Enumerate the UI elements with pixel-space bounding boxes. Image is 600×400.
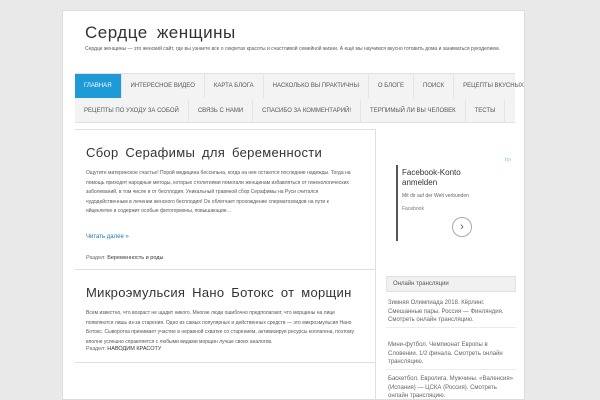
- ad-choices-badge[interactable]: i ▷: [505, 157, 511, 163]
- nav-row-2: Рецепты по уходу за собой Связь с нами С…: [75, 100, 506, 122]
- widget-list-item[interactable]: Зимняя Олимпиада 2018. Кёрлинг. Смешанны…: [386, 297, 516, 328]
- ad-subtitle: Mit dir auf der Welt verbunden: [402, 193, 469, 199]
- post-category: Раздел: НАВОДИМ КРАСОТУ: [86, 346, 161, 352]
- nav-item-tolerant[interactable]: Терпимый ли вы человек: [361, 100, 466, 122]
- category-link[interactable]: Беременность и роды: [107, 255, 163, 261]
- main-navigation: Главная Интересное видео Карта блога Нас…: [75, 73, 524, 123]
- nav-item-contact[interactable]: Связь с нами: [189, 100, 254, 122]
- read-more-link[interactable]: Читать далее »: [86, 234, 129, 240]
- nav-row-1: Главная Интересное видео Карта блога Нас…: [75, 74, 524, 98]
- widget-title: Онлайн трансляции: [386, 276, 516, 292]
- chevron-right-icon[interactable]: ›: [452, 217, 472, 237]
- page-container: Сердце женщины Сердце женщины — это женс…: [62, 10, 525, 400]
- nav-item-about[interactable]: О блоге: [369, 74, 415, 98]
- ad-title[interactable]: Facebook-Konto anmelden: [402, 168, 483, 188]
- nav-item-video[interactable]: Интересное видео: [122, 74, 205, 98]
- post-article: Сбор Серафимы для беременности Ощутите м…: [75, 129, 376, 269]
- post-title[interactable]: Микроэмульсия Нано Ботокс от морщин: [86, 285, 352, 300]
- nav-item-thanks[interactable]: Спасибо за комментарий!: [253, 100, 362, 122]
- nav-item-tests[interactable]: Тесты: [466, 100, 506, 122]
- site-title[interactable]: Сердце женщины: [85, 23, 236, 43]
- nav-item-search[interactable]: Поиск: [414, 74, 455, 98]
- nav-item-selfcare[interactable]: Рецепты по уходу за собой: [75, 100, 189, 122]
- nav-item-recipes[interactable]: Рецепты вкусных блюд: [454, 74, 524, 98]
- post-article: Микроэмульсия Нано Ботокс от морщин Всем…: [75, 269, 376, 399]
- site-description: Сердце женщины — это женский сайт, где в…: [85, 46, 500, 52]
- nav-item-home[interactable]: Главная: [75, 74, 122, 98]
- post-excerpt: Ощутите материнское счастье! Порой медиц…: [86, 170, 351, 215]
- category-label: Раздел:: [86, 346, 106, 352]
- nav-item-practical[interactable]: Насколько вы практичны: [264, 74, 369, 98]
- post-excerpt: Всем известно, что возраст не щадит нико…: [86, 310, 355, 345]
- post-category: Раздел: Беременность и роды: [86, 255, 163, 261]
- category-link[interactable]: НАВОДИМ КРАСОТУ: [107, 346, 161, 352]
- ad-block[interactable]: i ▷ Facebook-Konto anmelden Mit dir auf …: [386, 157, 516, 257]
- nav-item-sitemap[interactable]: Карта блога: [205, 74, 264, 98]
- ad-card[interactable]: Facebook-Konto anmelden Mit dir auf der …: [396, 165, 483, 241]
- post-title[interactable]: Сбор Серафимы для беременности: [86, 145, 322, 160]
- category-label: Раздел:: [86, 255, 106, 261]
- post-divider: [75, 362, 376, 363]
- widget-list-item[interactable]: Мини-футбол. Чемпионат Европы в Словении…: [386, 339, 516, 370]
- widget-list-item[interactable]: Баскетбол. Евролига. Мужчины. «Валенсия»…: [386, 373, 516, 399]
- ad-brand: Facebook: [402, 206, 424, 212]
